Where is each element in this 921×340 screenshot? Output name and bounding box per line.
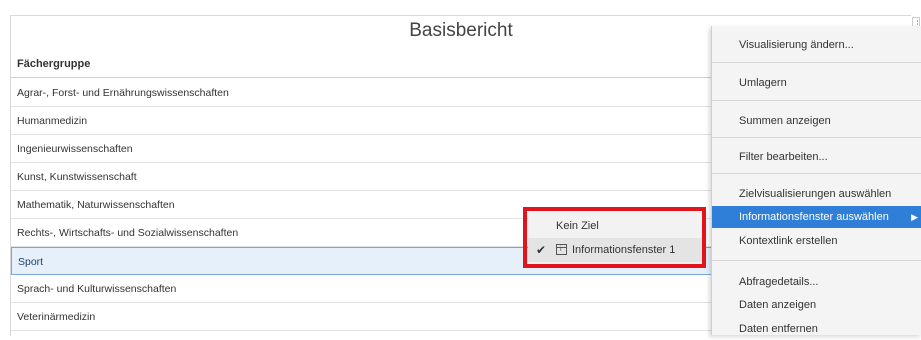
checkmark-icon: ✔	[536, 243, 547, 257]
menu-item-abfragedetails[interactable]: Abfragedetails...	[712, 271, 921, 293]
menu-divider	[712, 62, 921, 63]
menu-item-umlagern[interactable]: Umlagern	[712, 72, 921, 94]
submenu-informationsfenster: Kein Ziel ✔ Informationsfenster 1	[528, 211, 705, 264]
menu-item-label: Informationsfenster auswählen	[739, 211, 889, 223]
menu-item-zielvisualisierungen[interactable]: Zielvisualisierungen auswählen	[712, 183, 921, 205]
context-menu: Visualisierung ändern... Umlagern Summen…	[711, 26, 921, 335]
menu-item-summen-anzeigen[interactable]: Summen anzeigen	[712, 110, 921, 132]
menu-item-visualisierung-aendern[interactable]: Visualisierung ändern...	[712, 34, 921, 56]
info-window-icon	[556, 244, 567, 255]
menu-item-daten-anzeigen[interactable]: Daten anzeigen	[712, 294, 921, 316]
menu-item-kontextlink[interactable]: Kontextlink erstellen	[712, 230, 921, 252]
menu-divider	[712, 100, 921, 101]
submenu-item-kein-ziel[interactable]: Kein Ziel	[528, 214, 705, 238]
menu-item-informationsfenster[interactable]: Informationsfenster auswählen ▶	[712, 206, 921, 228]
submenu-arrow-icon: ▶	[911, 212, 918, 222]
menu-divider	[712, 260, 921, 261]
menu-item-filter-bearbeiten[interactable]: Filter bearbeiten...	[712, 146, 921, 168]
menu-divider	[712, 173, 921, 174]
menu-divider	[712, 137, 921, 138]
submenu-item-informationsfenster-1[interactable]: ✔ Informationsfenster 1	[528, 238, 705, 262]
menu-item-daten-entfernen[interactable]: Daten entfernen	[712, 318, 921, 340]
submenu-item-label: Informationsfenster 1	[572, 244, 676, 256]
